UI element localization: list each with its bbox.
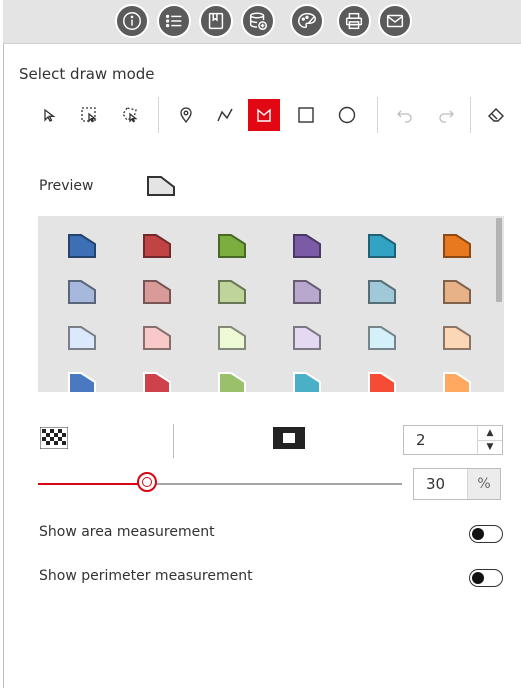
- outline-style-icon[interactable]: [273, 427, 305, 449]
- toggle-knob: [472, 572, 484, 584]
- polygon-symbol-swatch[interactable]: [66, 370, 98, 392]
- eraser-icon[interactable]: [480, 99, 512, 131]
- polygon-symbol-swatch[interactable]: [141, 232, 173, 260]
- polygon-symbol-swatch[interactable]: [366, 278, 398, 306]
- preview-symbol-icon: [147, 176, 175, 196]
- mail-icon[interactable]: [378, 4, 412, 38]
- show-area-toggle[interactable]: [469, 525, 503, 543]
- show-perimeter-toggle[interactable]: [469, 569, 503, 587]
- stepper-buttons: ▲ ▼: [477, 426, 502, 454]
- polygon-symbol-swatch[interactable]: [441, 370, 473, 392]
- circle-icon[interactable]: [331, 99, 363, 131]
- polygon-symbol-swatch[interactable]: [141, 370, 173, 392]
- toggle-knob: [472, 528, 484, 540]
- polygon-symbol-swatch[interactable]: [441, 324, 473, 352]
- polygon-symbol-swatch[interactable]: [291, 278, 323, 306]
- outline-width-stepper[interactable]: 2 ▲ ▼: [403, 425, 503, 455]
- controls-divider: [173, 424, 174, 458]
- polygon-symbol-swatch[interactable]: [216, 370, 248, 392]
- chevron-down-icon[interactable]: ▼: [478, 440, 502, 454]
- draw-mode-heading: Select draw mode: [19, 65, 155, 83]
- opacity-value[interactable]: 30: [426, 475, 445, 493]
- show-area-label: Show area measurement: [39, 524, 215, 540]
- show-perimeter-label: Show perimeter measurement: [39, 568, 253, 584]
- toolbar-divider: [377, 97, 378, 133]
- polygon-icon[interactable]: [248, 99, 280, 131]
- opacity-input[interactable]: 30 %: [413, 468, 501, 500]
- palette-icon[interactable]: [290, 4, 324, 38]
- polygon-symbol-swatch[interactable]: [366, 370, 398, 392]
- polygon-symbol-swatch[interactable]: [441, 232, 473, 260]
- polygon-symbol-swatch[interactable]: [291, 324, 323, 352]
- polygon-symbol-swatch[interactable]: [216, 278, 248, 306]
- redo-icon[interactable]: [430, 99, 462, 131]
- polygon-symbol-swatch[interactable]: [66, 232, 98, 260]
- toolbar-divider: [470, 97, 471, 133]
- print-icon[interactable]: [337, 4, 371, 38]
- top-toolbar: [3, 0, 521, 44]
- symbol-gallery: [38, 216, 504, 392]
- fill-transparency-icon[interactable]: [40, 427, 68, 449]
- polygon-symbol-swatch[interactable]: [66, 324, 98, 352]
- polygon-symbol-swatch[interactable]: [441, 278, 473, 306]
- bookmark-icon[interactable]: [199, 4, 233, 38]
- toolbar-divider: [158, 97, 159, 133]
- list-icon[interactable]: [157, 4, 191, 38]
- polyline-icon[interactable]: [209, 99, 241, 131]
- gallery-scrollbar[interactable]: [496, 218, 502, 302]
- opacity-slider-track[interactable]: [38, 483, 402, 485]
- outline-width-value[interactable]: 2: [416, 431, 426, 449]
- point-icon[interactable]: [170, 99, 202, 131]
- select-icon[interactable]: [33, 99, 65, 131]
- polygon-symbol-swatch[interactable]: [141, 324, 173, 352]
- polygon-symbol-swatch[interactable]: [366, 324, 398, 352]
- opacity-unit: %: [467, 469, 500, 499]
- database-add-icon[interactable]: [241, 4, 275, 38]
- polygon-symbol-swatch[interactable]: [141, 278, 173, 306]
- undo-icon[interactable]: [389, 99, 421, 131]
- chevron-up-icon[interactable]: ▲: [478, 426, 502, 441]
- rectangle-icon[interactable]: [290, 99, 322, 131]
- opacity-slider-fill: [38, 483, 148, 485]
- polygon-symbol-swatch[interactable]: [216, 324, 248, 352]
- select-lasso-icon[interactable]: [114, 99, 146, 131]
- polygon-symbol-swatch[interactable]: [66, 278, 98, 306]
- preview-label: Preview: [39, 178, 94, 194]
- polygon-symbol-swatch[interactable]: [291, 232, 323, 260]
- info-icon[interactable]: [115, 4, 149, 38]
- polygon-symbol-swatch[interactable]: [366, 232, 398, 260]
- polygon-symbol-swatch[interactable]: [216, 232, 248, 260]
- polygon-symbol-swatch[interactable]: [291, 370, 323, 392]
- select-rectangle-icon[interactable]: [73, 99, 105, 131]
